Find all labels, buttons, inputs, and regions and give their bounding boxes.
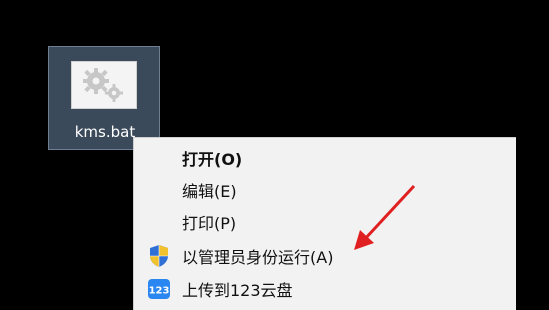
menu-item-upload-123pan[interactable]: 123 上传到123云盘 <box>134 274 516 304</box>
gear-file-icon <box>71 61 137 109</box>
context-menu: 打开(O) 编辑(E) 打印(P) 以管理员身份运行(A) 123 上传到123… <box>133 137 516 310</box>
menu-item-label: 打印(P) <box>182 214 237 233</box>
menu-item-open[interactable]: 打开(O) <box>134 143 516 173</box>
uac-shield-icon <box>148 244 170 268</box>
menu-item-run-as-admin[interactable]: 以管理员身份运行(A) <box>134 241 516 271</box>
menu-item-print[interactable]: 打印(P) <box>134 207 516 237</box>
menu-item-label: 编辑(E) <box>182 182 237 201</box>
123pan-icon: 123 <box>148 277 170 301</box>
menu-item-label: 打开(O) <box>182 150 243 169</box>
desktop-file-kms-bat[interactable]: kms.bat <box>48 46 160 150</box>
red-arrow-annotation <box>354 184 416 250</box>
desktop-background <box>516 137 549 310</box>
123pan-icon-text: 123 <box>149 286 170 297</box>
menu-item-label: 以管理员身份运行(A) <box>182 248 334 267</box>
menu-item-edit[interactable]: 编辑(E) <box>134 175 516 205</box>
menu-item-label: 上传到123云盘 <box>182 281 293 300</box>
